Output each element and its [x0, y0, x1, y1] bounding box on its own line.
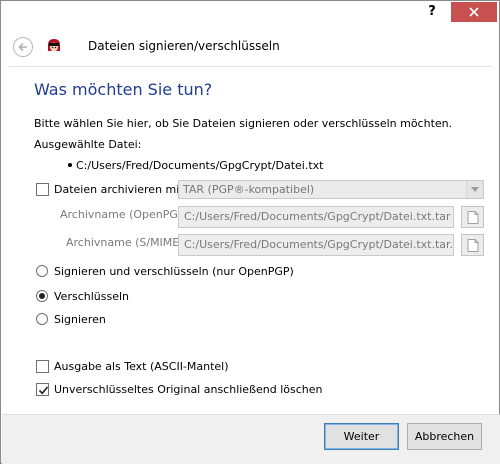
selected-file-label: Ausgewählte Datei:	[34, 138, 142, 151]
archive-smime-label: Archivname (S/MIME):	[66, 236, 188, 249]
delete-original-checkbox[interactable]	[36, 383, 49, 396]
archive-openpgp-label: Archivname (OpenPGP):	[60, 208, 193, 221]
title-bar: ?	[1, 1, 499, 27]
selected-file-path: C:/Users/Fred/Documents/GpgCrypt/Datei.t…	[76, 159, 324, 172]
back-button[interactable]	[13, 37, 33, 57]
archive-format-select[interactable]: TAR (PGP®-kompatibel)	[178, 180, 484, 199]
radio-sign-encrypt[interactable]	[36, 265, 48, 277]
delete-original-label[interactable]: Unverschlüsseltes Original anschließend …	[54, 383, 323, 396]
header-divider	[9, 66, 492, 67]
close-button[interactable]	[451, 2, 497, 22]
radio-encrypt[interactable]	[36, 290, 48, 302]
chevron-down-icon	[471, 187, 479, 192]
radio-sign-encrypt-label[interactable]: Signieren und verschlüsseln (nur OpenPGP…	[54, 265, 294, 278]
dialog-title: Dateien signieren/verschlüsseln	[88, 39, 280, 53]
radio-sign[interactable]	[36, 313, 48, 325]
ascii-armor-label[interactable]: Ausgabe als Text (ASCII-Mantel)	[54, 360, 229, 373]
radio-selected-dot	[39, 293, 45, 299]
browse-smime-button[interactable]	[461, 234, 484, 256]
archive-checkbox-label[interactable]: Dateien archivieren mit:	[54, 183, 187, 196]
help-button[interactable]: ?	[417, 1, 447, 23]
archive-checkbox[interactable]	[36, 183, 49, 196]
dialog-window: ? Dateien signieren/verschlüsseln Was mö…	[0, 0, 500, 464]
arrow-left-icon	[18, 42, 27, 52]
cancel-button[interactable]: Abbrechen	[407, 423, 482, 450]
ascii-armor-checkbox[interactable]	[36, 360, 49, 373]
file-icon	[467, 211, 479, 224]
archive-format-value: TAR (PGP®-kompatibel)	[183, 183, 315, 196]
file-icon	[467, 239, 479, 252]
page-heading: Was möchten Sie tun?	[34, 80, 213, 99]
next-button[interactable]: Weiter	[324, 423, 399, 450]
dropdown-arrow[interactable]	[466, 181, 483, 198]
archive-openpgp-field[interactable]: C:/Users/Fred/Documents/GpgCrypt/Datei.t…	[178, 206, 454, 228]
radio-encrypt-label[interactable]: Verschlüsseln	[54, 290, 129, 303]
radio-sign-label[interactable]: Signieren	[54, 313, 106, 326]
checkmark-icon	[38, 386, 49, 395]
bullet-icon	[68, 163, 72, 167]
intro-text: Bitte wählen Sie hier, ob Sie Dateien si…	[34, 117, 453, 130]
close-icon	[469, 7, 479, 17]
kleopatra-app-icon	[45, 37, 63, 55]
browse-openpgp-button[interactable]	[461, 206, 484, 228]
archive-smime-field[interactable]: C:/Users/Fred/Documents/GpgCrypt/Datei.t…	[178, 234, 454, 256]
